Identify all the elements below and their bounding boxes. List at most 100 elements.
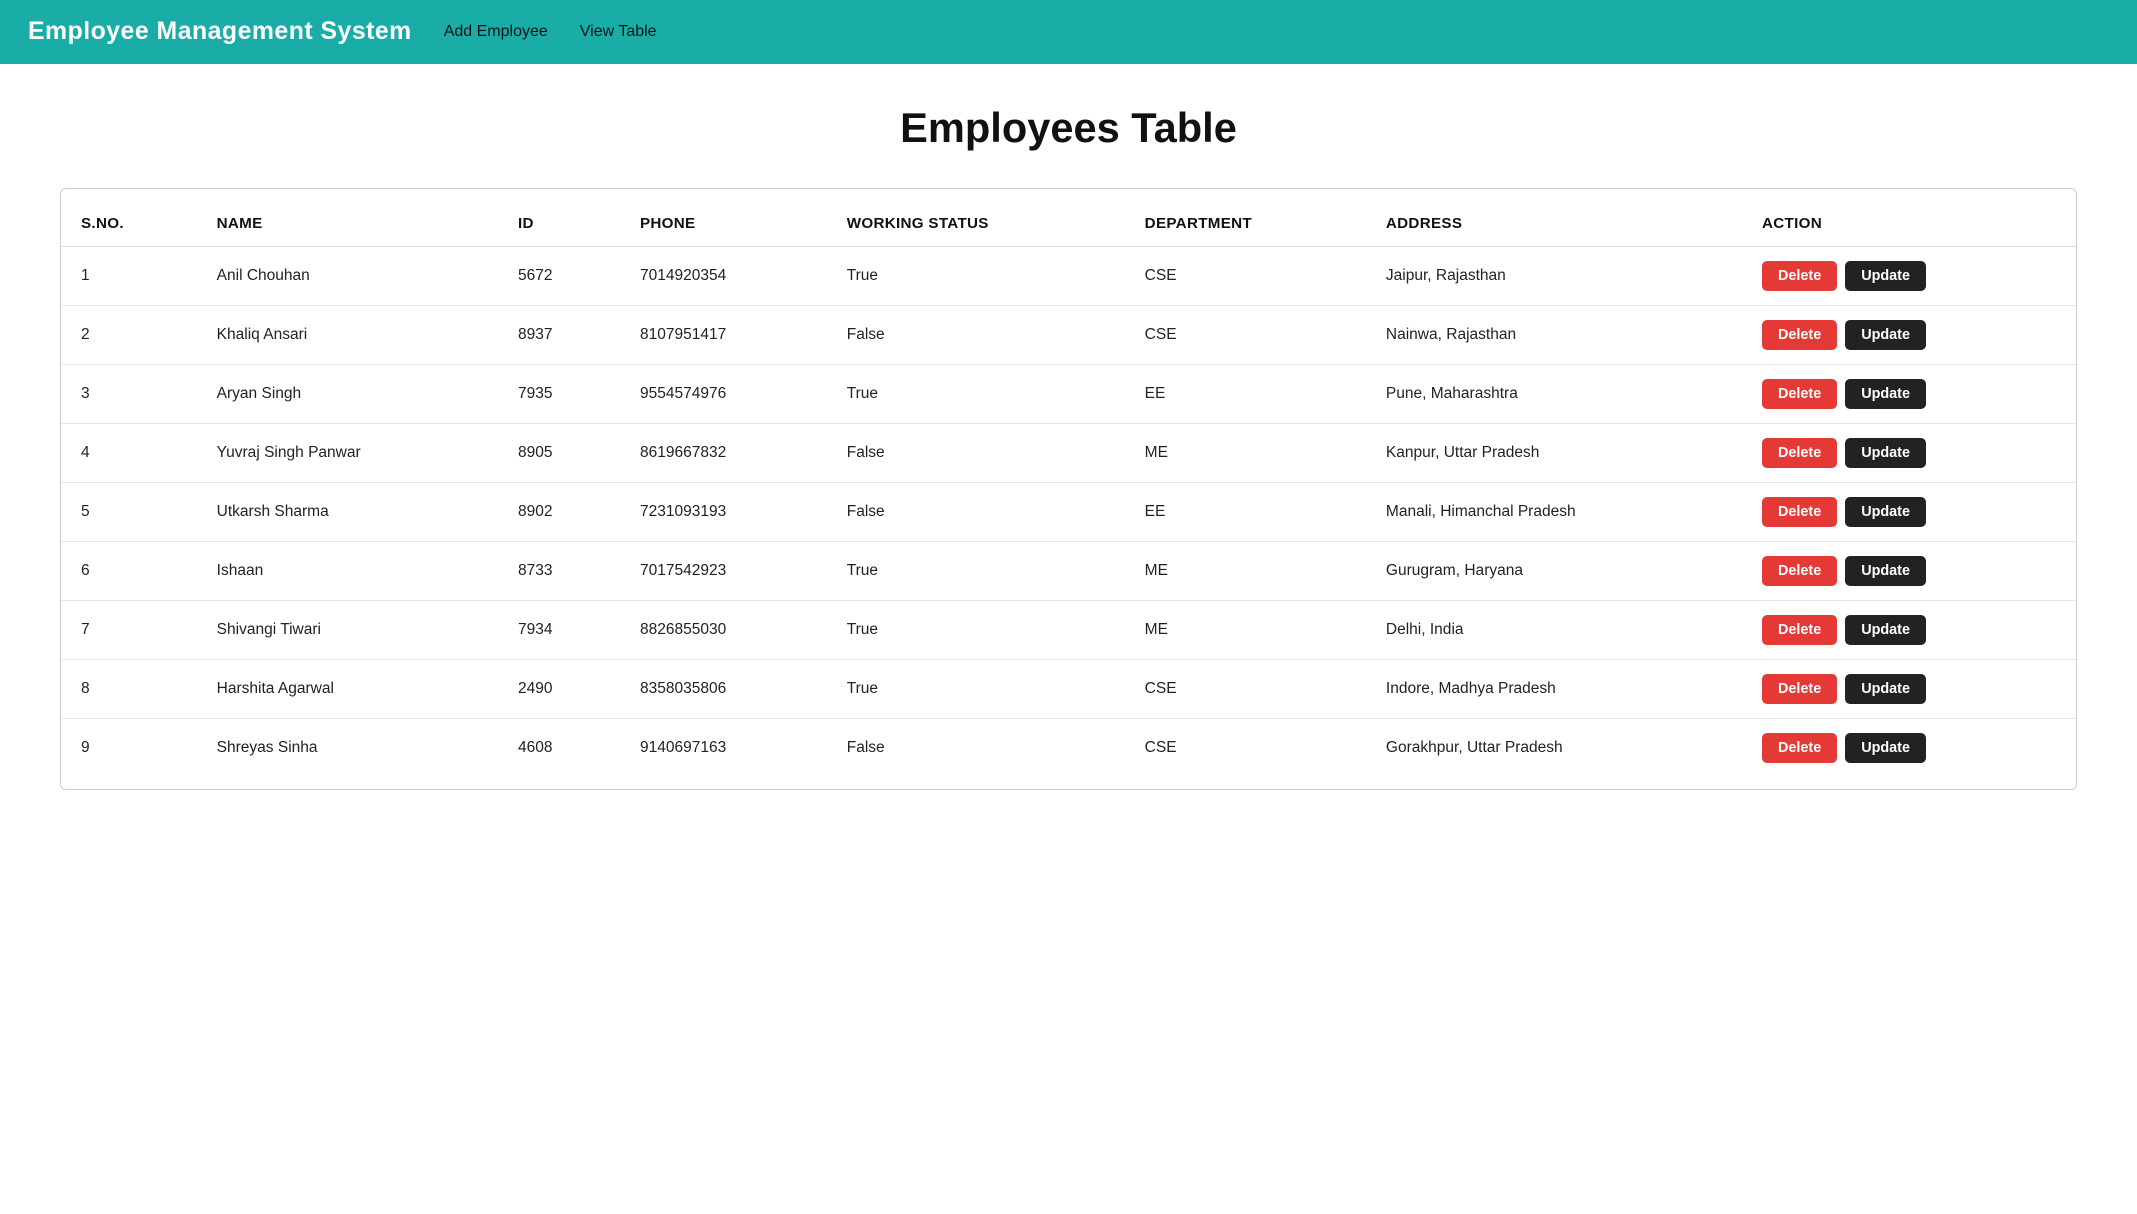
cell-working-status: True [827,247,1125,306]
cell-sno: 7 [61,601,197,660]
cell-phone: 8107951417 [620,306,827,365]
delete-button[interactable]: Delete [1762,438,1837,468]
cell-working-status: False [827,306,1125,365]
page-content: Employees Table S.NO. NAME ID PHONE WORK… [0,64,2137,830]
cell-action: Delete Update [1742,719,2076,778]
cell-phone: 8619667832 [620,424,827,483]
action-buttons: Delete Update [1762,497,2056,527]
col-header-address: ADDRESS [1366,201,1742,247]
cell-department: CSE [1125,660,1366,719]
cell-working-status: False [827,719,1125,778]
cell-department: CSE [1125,719,1366,778]
action-buttons: Delete Update [1762,556,2056,586]
cell-name: Harshita Agarwal [197,660,498,719]
cell-action: Delete Update [1742,601,2076,660]
update-button[interactable]: Update [1845,438,1926,468]
cell-address: Gorakhpur, Uttar Pradesh [1366,719,1742,778]
update-button[interactable]: Update [1845,497,1926,527]
cell-action: Delete Update [1742,660,2076,719]
add-employee-link[interactable]: Add Employee [444,23,548,41]
cell-working-status: True [827,660,1125,719]
cell-phone: 7014920354 [620,247,827,306]
cell-department: EE [1125,483,1366,542]
cell-working-status: True [827,365,1125,424]
col-header-phone: PHONE [620,201,827,247]
delete-button[interactable]: Delete [1762,556,1837,586]
cell-address: Kanpur, Uttar Pradesh [1366,424,1742,483]
cell-id: 8902 [498,483,620,542]
table-row: 9Shreyas Sinha46089140697163FalseCSEGora… [61,719,2076,778]
action-buttons: Delete Update [1762,733,2056,763]
delete-button[interactable]: Delete [1762,497,1837,527]
cell-phone: 7017542923 [620,542,827,601]
update-button[interactable]: Update [1845,674,1926,704]
cell-action: Delete Update [1742,542,2076,601]
cell-address: Manali, Himanchal Pradesh [1366,483,1742,542]
cell-sno: 5 [61,483,197,542]
cell-action: Delete Update [1742,365,2076,424]
cell-id: 5672 [498,247,620,306]
col-header-id: ID [498,201,620,247]
cell-phone: 7231093193 [620,483,827,542]
action-buttons: Delete Update [1762,320,2056,350]
cell-id: 8733 [498,542,620,601]
delete-button[interactable]: Delete [1762,261,1837,291]
table-row: 3Aryan Singh79359554574976TrueEEPune, Ma… [61,365,2076,424]
update-button[interactable]: Update [1845,733,1926,763]
cell-sno: 3 [61,365,197,424]
update-button[interactable]: Update [1845,615,1926,645]
delete-button[interactable]: Delete [1762,615,1837,645]
update-button[interactable]: Update [1845,320,1926,350]
table-row: 7Shivangi Tiwari79348826855030TrueMEDelh… [61,601,2076,660]
action-buttons: Delete Update [1762,261,2056,291]
cell-id: 7935 [498,365,620,424]
cell-phone: 8826855030 [620,601,827,660]
cell-name: Khaliq Ansari [197,306,498,365]
cell-department: ME [1125,424,1366,483]
cell-working-status: False [827,424,1125,483]
cell-name: Aryan Singh [197,365,498,424]
cell-name: Anil Chouhan [197,247,498,306]
update-button[interactable]: Update [1845,379,1926,409]
page-title: Employees Table [60,104,2077,152]
delete-button[interactable]: Delete [1762,379,1837,409]
cell-id: 8905 [498,424,620,483]
cell-action: Delete Update [1742,247,2076,306]
table-row: 4Yuvraj Singh Panwar89058619667832FalseM… [61,424,2076,483]
cell-phone: 9554574976 [620,365,827,424]
view-table-link[interactable]: View Table [580,23,657,41]
col-header-department: DEPARTMENT [1125,201,1366,247]
cell-id: 2490 [498,660,620,719]
cell-sno: 1 [61,247,197,306]
cell-address: Indore, Madhya Pradesh [1366,660,1742,719]
cell-address: Delhi, India [1366,601,1742,660]
cell-name: Ishaan [197,542,498,601]
delete-button[interactable]: Delete [1762,733,1837,763]
cell-sno: 8 [61,660,197,719]
delete-button[interactable]: Delete [1762,320,1837,350]
cell-name: Shreyas Sinha [197,719,498,778]
cell-sno: 6 [61,542,197,601]
delete-button[interactable]: Delete [1762,674,1837,704]
cell-address: Pune, Maharashtra [1366,365,1742,424]
update-button[interactable]: Update [1845,556,1926,586]
table-row: 2Khaliq Ansari89378107951417FalseCSENain… [61,306,2076,365]
update-button[interactable]: Update [1845,261,1926,291]
cell-address: Jaipur, Rajasthan [1366,247,1742,306]
cell-sno: 2 [61,306,197,365]
cell-working-status: True [827,542,1125,601]
table-row: 8Harshita Agarwal24908358035806TrueCSEIn… [61,660,2076,719]
navbar-brand: Employee Management System [28,18,412,46]
cell-id: 4608 [498,719,620,778]
table-row: 1Anil Chouhan56727014920354TrueCSEJaipur… [61,247,2076,306]
cell-department: ME [1125,542,1366,601]
table-row: 5Utkarsh Sharma89027231093193FalseEEMana… [61,483,2076,542]
cell-action: Delete Update [1742,424,2076,483]
table-body: 1Anil Chouhan56727014920354TrueCSEJaipur… [61,247,2076,778]
col-header-sno: S.NO. [61,201,197,247]
cell-sno: 9 [61,719,197,778]
cell-name: Yuvraj Singh Panwar [197,424,498,483]
cell-address: Gurugram, Haryana [1366,542,1742,601]
col-header-working-status: WORKING STATUS [827,201,1125,247]
cell-department: CSE [1125,247,1366,306]
